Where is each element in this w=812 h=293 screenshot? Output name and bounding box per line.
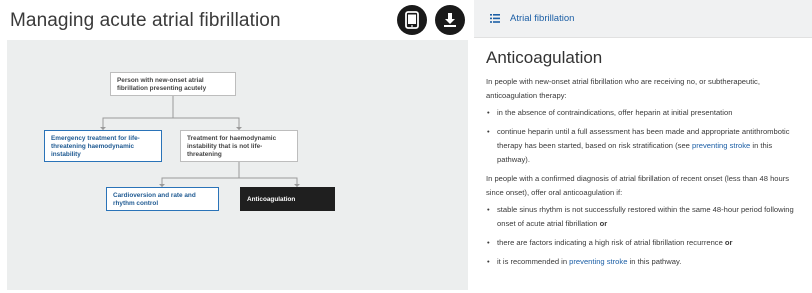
node-emergency-treatment[interactable]: Emergency treatment for life-threatening… <box>44 130 162 162</box>
list-item: • stable sinus rhythm is not successfull… <box>487 205 794 228</box>
detail-panel: Atrial fibrillation Anticoagulation In p… <box>474 0 812 293</box>
criteria-paragraph: In people with a confirmed diagnosis of … <box>486 174 790 197</box>
node-anticoagulation[interactable]: Anticoagulation <box>240 187 335 211</box>
download-icon <box>444 13 456 27</box>
section-content: In people with new-onset atrial fibrilla… <box>486 75 804 274</box>
node-treatment-not-life-threatening[interactable]: Treatment for haemodynamic instability t… <box>180 130 298 162</box>
tab-label: Atrial fibrillation <box>510 13 575 24</box>
connector-root-treatment <box>173 117 240 130</box>
pathway-panel: Managing acute atrial fibrillation Perso… <box>0 0 474 293</box>
node-cardioversion[interactable]: Cardioversion and rate and rhythm contro… <box>106 187 219 211</box>
list-icon <box>490 14 500 23</box>
connector-root-emergency <box>102 96 174 130</box>
connector-treatment-cardio <box>161 162 240 187</box>
node-root[interactable]: Person with new-onset atrial fibrillatio… <box>110 72 236 96</box>
list-item: • there are factors indicating a high ri… <box>487 238 733 247</box>
preventing-stroke-link[interactable]: preventing stroke <box>569 257 627 266</box>
list-item: • continue heparin until a full assessme… <box>487 127 790 164</box>
preventing-stroke-link[interactable]: preventing stroke <box>692 141 750 150</box>
tablet-icon <box>405 11 419 29</box>
intro-paragraph: In people with new-onset atrial fibrilla… <box>486 77 760 100</box>
flowchart-connectors <box>100 96 300 187</box>
section-title: Anticoagulation <box>486 48 603 67</box>
tab-atrial-fibrillation[interactable]: Atrial fibrillation <box>474 0 812 38</box>
list-item: • it is recommended in preventing stroke… <box>487 257 682 266</box>
device-view-button[interactable] <box>397 5 427 35</box>
list-item: • in the absence of contraindications, o… <box>487 108 733 117</box>
page-title: Managing acute atrial fibrillation <box>10 10 281 31</box>
connector-treatment-anticoag <box>239 177 298 187</box>
download-button[interactable] <box>435 5 465 35</box>
flowchart-canvas: Person with new-onset atrial fibrillatio… <box>7 40 468 290</box>
